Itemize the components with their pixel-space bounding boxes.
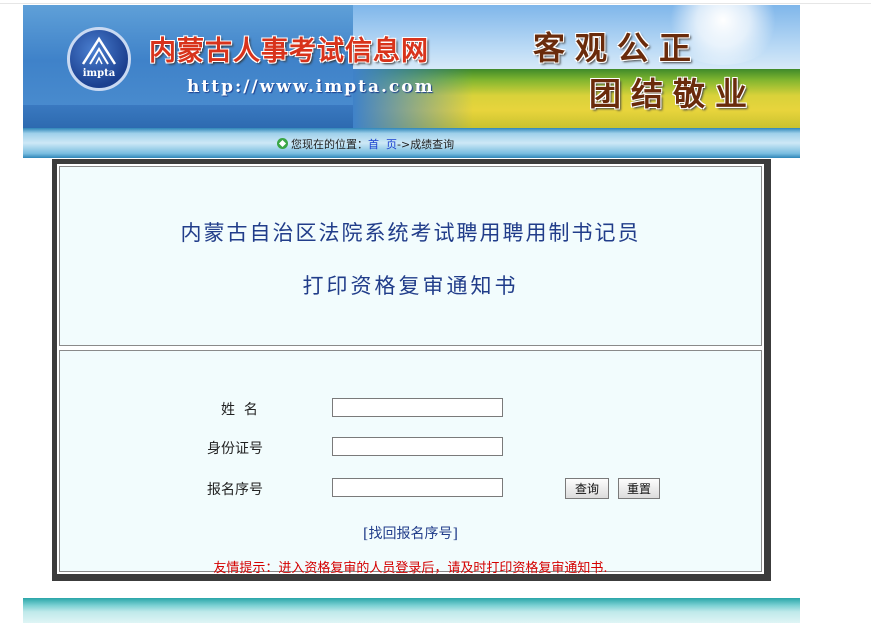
impta-logo[interactable]: impta — [67, 27, 131, 91]
notice-title-line-1: 内蒙古自治区法院系统考试聘用聘用制书记员 — [180, 221, 641, 245]
main-panel: 内蒙古自治区法院系统考试聘用聘用制书记员 打印资格复审通知书 姓 名 身份证号 … — [52, 159, 771, 581]
top-rule — [0, 3, 871, 4]
name-input[interactable] — [332, 398, 503, 417]
site-title: 内蒙古人事考试信息网 — [149, 36, 429, 67]
notice-title-line-2: 打印资格复审通知书 — [302, 274, 519, 298]
breadcrumb-separator: -> — [397, 138, 411, 151]
banner-band — [23, 105, 353, 128]
footer-bar — [23, 598, 800, 623]
reset-button[interactable]: 重置 — [618, 478, 660, 499]
recover-registration-number: [找回报名序号] — [60, 523, 761, 543]
panel-inner: 内蒙古自治区法院系统考试聘用聘用制书记员 打印资格复审通知书 姓 名 身份证号 … — [57, 164, 764, 576]
site-url: http://www.impta.com — [187, 77, 435, 97]
breadcrumb: 您现在的位置：首 页->成绩查询 — [277, 136, 454, 152]
slogan-line-2: 团结敬业 — [589, 75, 758, 113]
breadcrumb-bar: 您现在的位置：首 页->成绩查询 — [23, 128, 800, 158]
registration-number-input[interactable] — [332, 478, 503, 497]
breadcrumb-prefix: 您现在的位置： — [291, 138, 368, 151]
site-banner: impta 内蒙古人事考试信息网 http://www.impta.com 客观… — [23, 5, 800, 128]
registration-number-label: 报名序号 — [207, 482, 263, 498]
query-form: 姓 名 身份证号 报名序号 查询 重置 [找回报名序号] 友情提示：进入资格复审… — [59, 350, 762, 576]
logo-text: impta — [82, 68, 116, 79]
id-number-input[interactable] — [332, 437, 503, 456]
breadcrumb-current: 成绩查询 — [410, 138, 455, 151]
recover-registration-number-link[interactable]: [找回报名序号] — [363, 526, 458, 542]
notice-title-box: 内蒙古自治区法院系统考试聘用聘用制书记员 打印资格复审通知书 — [59, 166, 762, 346]
leaf-bullet-icon — [277, 138, 288, 149]
id-number-label: 身份证号 — [207, 441, 263, 457]
slogan-line-1: 客观公正 — [533, 29, 702, 67]
query-button[interactable]: 查询 — [565, 478, 609, 499]
name-label: 姓 名 — [221, 402, 258, 418]
friendly-tip: 友情提示：进入资格复审的人员登录后，请及时打印资格复审通知书. — [213, 561, 608, 576]
breadcrumb-home-link[interactable]: 首 页 — [368, 138, 397, 151]
mountain-emblem-icon — [81, 36, 117, 65]
